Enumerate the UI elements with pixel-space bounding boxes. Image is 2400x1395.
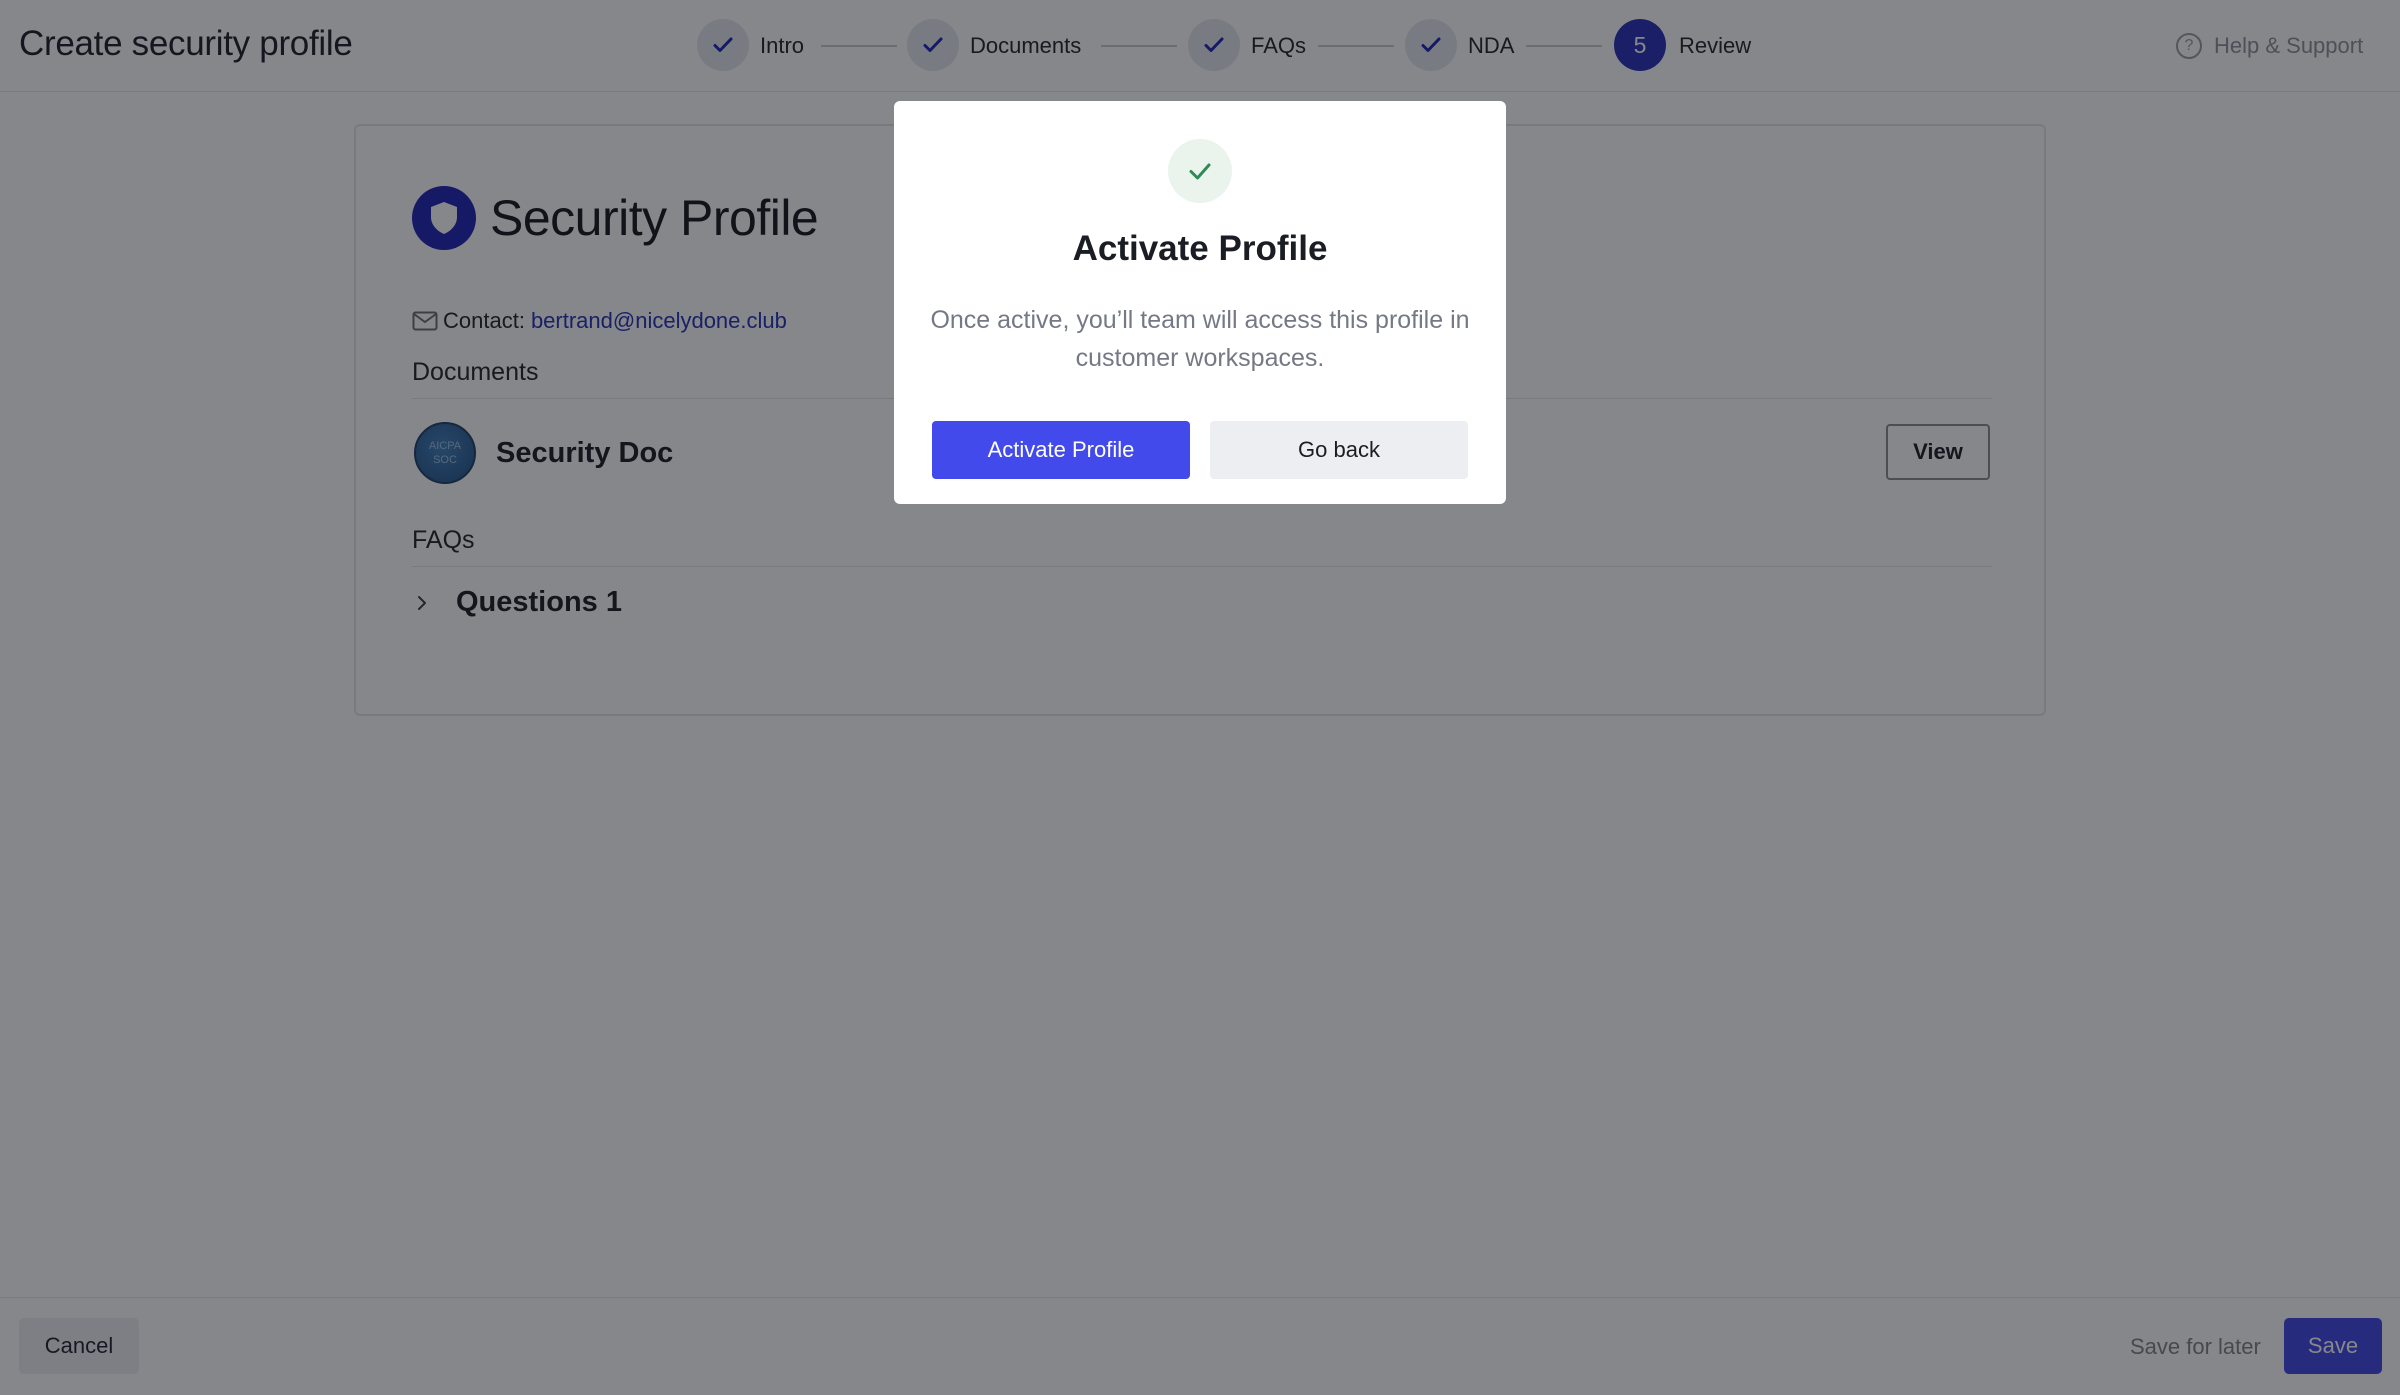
activate-profile-button[interactable]: Activate Profile: [932, 421, 1190, 479]
go-back-button[interactable]: Go back: [1210, 421, 1468, 479]
activate-profile-dialog: Activate Profile Once active, you’ll tea…: [894, 101, 1506, 504]
check-icon: [1168, 139, 1232, 203]
dialog-message: Once active, you’ll team will access thi…: [930, 306, 1470, 372]
dialog-title: Activate Profile: [1072, 229, 1328, 268]
page: Create security profile Intro Documents: [0, 0, 2400, 1395]
